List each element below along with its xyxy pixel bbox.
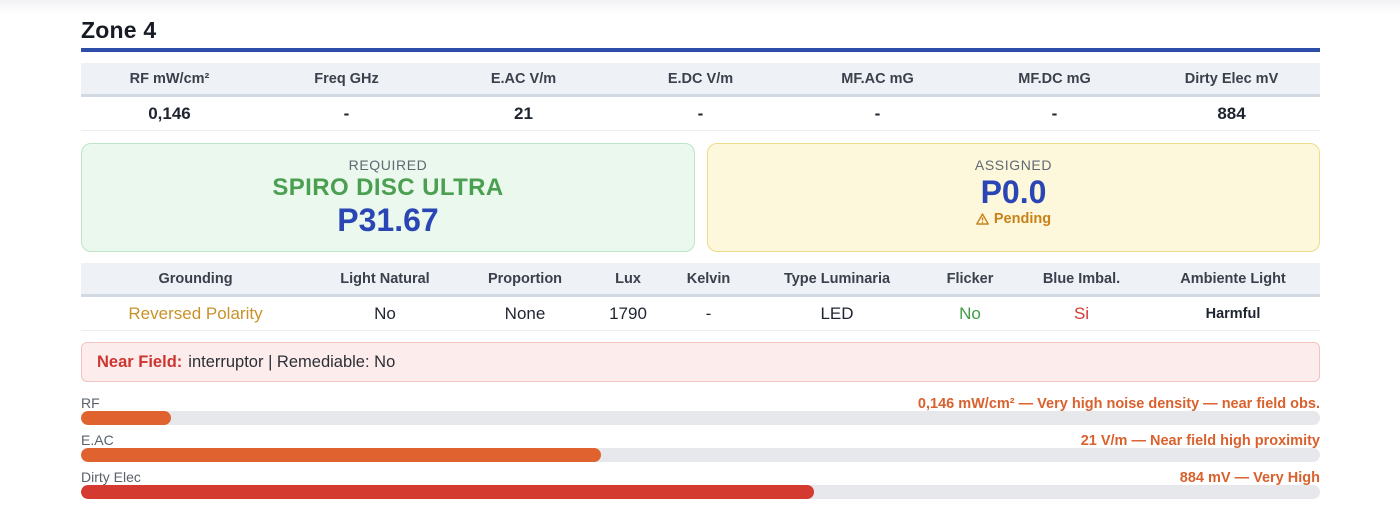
bar-dirty-elec-fill [81, 485, 815, 499]
value-type-luminaria: LED [820, 303, 854, 323]
header-freq: Freq GHz [314, 70, 379, 87]
header-ambiente-light: Ambiente Light [1180, 270, 1286, 287]
required-price: P31.67 [337, 202, 439, 238]
bar-eac: E.AC 21 V/m — Near field high proximity [81, 432, 1320, 462]
measurements-table: RF mW/cm² Freq GHz E.AC V/m E.DC V/m MF.… [81, 63, 1320, 131]
value-grounding: Reversed Polarity [128, 303, 263, 323]
header-blue-imbalance: Blue Imbal. [1042, 270, 1121, 287]
lighting-value-row: Reversed Polarity No None 1790 - LED No … [81, 297, 1320, 331]
value-dirty-elec: 884 [1217, 103, 1246, 123]
top-shadow [0, 0, 1400, 14]
value-light-natural: No [374, 303, 396, 323]
value-rf: 0,146 [148, 103, 191, 123]
header-proportion: Proportion [487, 270, 563, 287]
zone-title: Zone 4 [81, 17, 157, 43]
assigned-status: Pending [708, 211, 1319, 227]
value-blue-imbalance: Si [1073, 303, 1090, 323]
near-field-label: Near Field: [97, 352, 183, 371]
bar-rf: RF 0,146 mW/cm² — Very high noise densit… [81, 395, 1320, 425]
bar-dirty-elec-track [81, 485, 1320, 499]
value-flicker: No [959, 303, 981, 323]
assigned-label: ASSIGNED [974, 157, 1053, 173]
required-product: SPIRO DISC ULTRA [272, 174, 504, 201]
header-mfdc: MF.DC mG [1018, 70, 1091, 87]
required-label: REQUIRED [348, 157, 428, 173]
bar-dirty-elec: Dirty Elec 884 mV — Very High [81, 469, 1320, 499]
header-light-natural: Light Natural [340, 270, 430, 287]
header-flicker: Flicker [946, 270, 994, 287]
header-dirty-elec: Dirty Elec mV [1184, 70, 1279, 87]
near-field-text: interruptor | Remediable: No [188, 352, 396, 371]
bar-rf-label: RF [81, 395, 100, 411]
assigned-status-text: Pending [993, 211, 1052, 227]
lighting-header-row: Grounding Light Natural Proportion Lux K… [81, 263, 1320, 297]
measurements-header-row: RF mW/cm² Freq GHz E.AC V/m E.DC V/m MF.… [81, 63, 1320, 97]
header-kelvin: Kelvin [686, 270, 731, 287]
bar-dirty-elec-description: 884 mV — Very High [1179, 470, 1320, 486]
header-lux: Lux [615, 270, 641, 287]
bar-rf-fill [81, 411, 172, 425]
bar-rf-track [81, 411, 1320, 425]
header-grounding: Grounding [158, 270, 233, 287]
value-edc: - [697, 103, 704, 123]
header-eac: E.AC V/m [490, 70, 557, 87]
header-edc: E.DC V/m [667, 70, 734, 87]
assigned-price: P0.0 [980, 174, 1047, 210]
value-proportion: None [504, 303, 546, 323]
bar-eac-description: 21 V/m — Near field high proximity [1080, 433, 1320, 449]
bar-dirty-elec-label: Dirty Elec [81, 469, 141, 485]
value-freq: - [343, 103, 350, 123]
value-mfac: - [874, 103, 881, 123]
header-mfac: MF.AC mG [841, 70, 914, 87]
near-field-alert: Near Field: interruptor | Remediable: No [81, 342, 1320, 382]
lighting-table: Grounding Light Natural Proportion Lux K… [81, 263, 1320, 331]
required-card: REQUIRED SPIRO DISC ULTRA P31.67 [81, 143, 695, 252]
value-eac: 21 [514, 103, 533, 123]
bar-eac-track [81, 448, 1320, 462]
bar-eac-fill [81, 448, 602, 462]
value-mfdc: - [1051, 103, 1058, 123]
assigned-card: ASSIGNED P0.0 Pending [707, 143, 1320, 252]
warning-icon [975, 213, 989, 225]
header-type-luminaria: Type Luminaria [783, 270, 891, 287]
value-ambiente-light: Harmful [1205, 305, 1261, 322]
title-divider [81, 48, 1320, 52]
value-kelvin: - [705, 303, 712, 323]
value-lux: 1790 [609, 303, 647, 323]
measurements-value-row: 0,146 - 21 - - - 884 [81, 97, 1320, 131]
bar-eac-label: E.AC [81, 432, 114, 448]
bar-rf-description: 0,146 mW/cm² — Very high noise density —… [917, 396, 1320, 412]
header-rf: RF mW/cm² [129, 70, 210, 87]
